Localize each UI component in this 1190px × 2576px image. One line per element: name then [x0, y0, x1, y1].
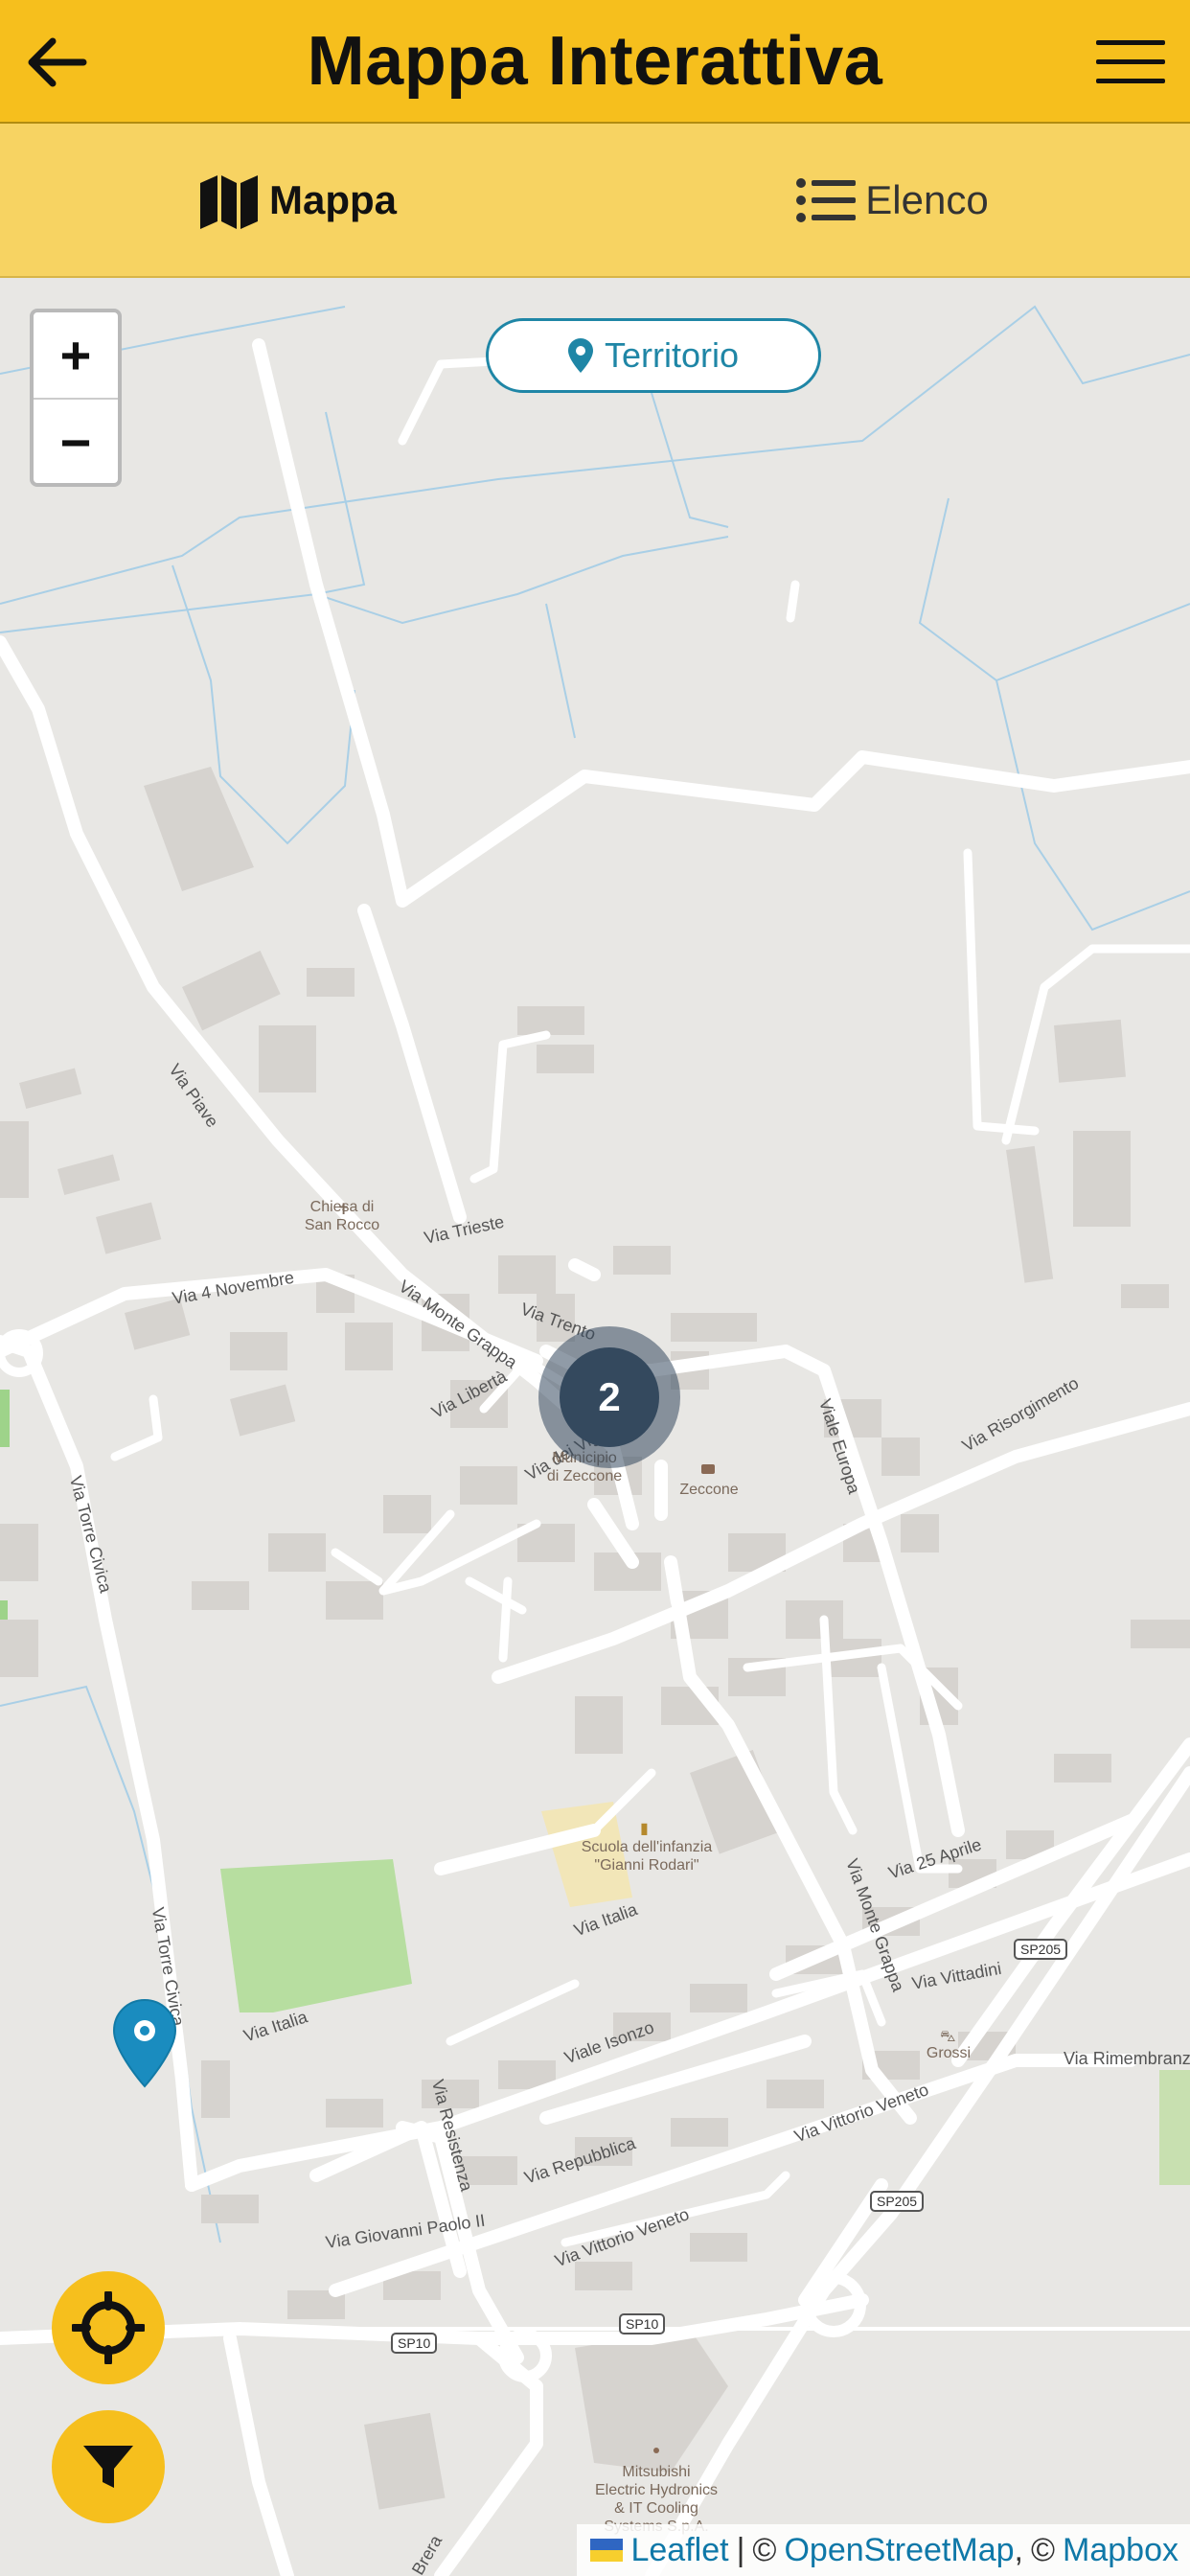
filter-button[interactable] [52, 2410, 165, 2523]
locate-me-button[interactable] [52, 2271, 165, 2384]
arrow-left-icon [28, 37, 87, 87]
road-shield: SP10 [619, 2313, 666, 2334]
list-icon [796, 177, 857, 222]
map-attribution: Leaflet | © OpenStreetMap, © Mapbox [577, 2524, 1190, 2576]
filter-funnel-icon [83, 2446, 133, 2488]
mapbox-link[interactable]: Mapbox [1063, 2532, 1179, 2569]
zoom-control: + − [30, 309, 122, 487]
marker-cluster[interactable]: 2 [560, 1347, 659, 1447]
tab-mappa-label: Mappa [268, 176, 397, 222]
back-button[interactable] [17, 24, 94, 101]
openstreetmap-link[interactable]: OpenStreetMap [784, 2532, 1014, 2569]
crosshair-locate-icon [72, 2291, 145, 2364]
ukraine-flag-icon [590, 2539, 624, 2562]
car-icon: ⛍ [940, 2029, 956, 2045]
road-shield: SP10 [391, 2333, 438, 2354]
interactive-map[interactable]: Via Piave Via Trieste Via 4 Novembre Via… [0, 278, 1190, 2576]
green-strip [0, 1390, 10, 1447]
tab-mappa[interactable]: Mappa [0, 124, 595, 276]
poi-dot-icon [653, 2448, 659, 2453]
territorio-label: Territorio [604, 335, 740, 375]
attribution-comma: , [1014, 2531, 1023, 2568]
map-icon [199, 174, 258, 229]
post-office-icon [701, 1464, 715, 1474]
green-strip [1159, 2070, 1190, 2185]
location-marker-icon[interactable] [111, 1998, 178, 2089]
copyright-symbol: © [1030, 2531, 1056, 2568]
park-area [220, 1859, 412, 2012]
copyright-symbol: © [752, 2531, 777, 2568]
app-root: Mappa Interattiva Mappa Elenco Via Piave… [0, 0, 1190, 2576]
church-icon: ✝ [337, 1202, 351, 1218]
view-tabs: Mappa Elenco [0, 124, 1190, 278]
map-pin-icon [567, 338, 593, 373]
leaflet-link[interactable]: Leaflet [630, 2532, 728, 2569]
hamburger-menu-icon [1096, 40, 1165, 83]
attribution-separator: | [736, 2531, 745, 2568]
menu-button[interactable] [1092, 29, 1169, 96]
tab-elenco-label: Elenco [865, 176, 989, 222]
zoom-out-button[interactable]: − [34, 400, 118, 483]
poi-label: Zeccone [679, 1482, 739, 1498]
zoom-in-button[interactable]: + [34, 312, 118, 400]
road-shield: SP205 [1014, 1939, 1068, 1960]
page-title: Mappa Interattiva [307, 23, 883, 100]
territorio-button[interactable]: Territorio [486, 318, 821, 393]
street-label: Via Rimembranze [1064, 2049, 1190, 2068]
road-shield: SP205 [870, 2191, 925, 2212]
school-icon: ▮ [640, 1821, 649, 1837]
top-app-bar: Mappa Interattiva [0, 0, 1190, 124]
poi-label: Scuola dell'infanzia "Gianni Rodari" [581, 1839, 713, 1874]
tab-elenco[interactable]: Elenco [595, 124, 1190, 276]
